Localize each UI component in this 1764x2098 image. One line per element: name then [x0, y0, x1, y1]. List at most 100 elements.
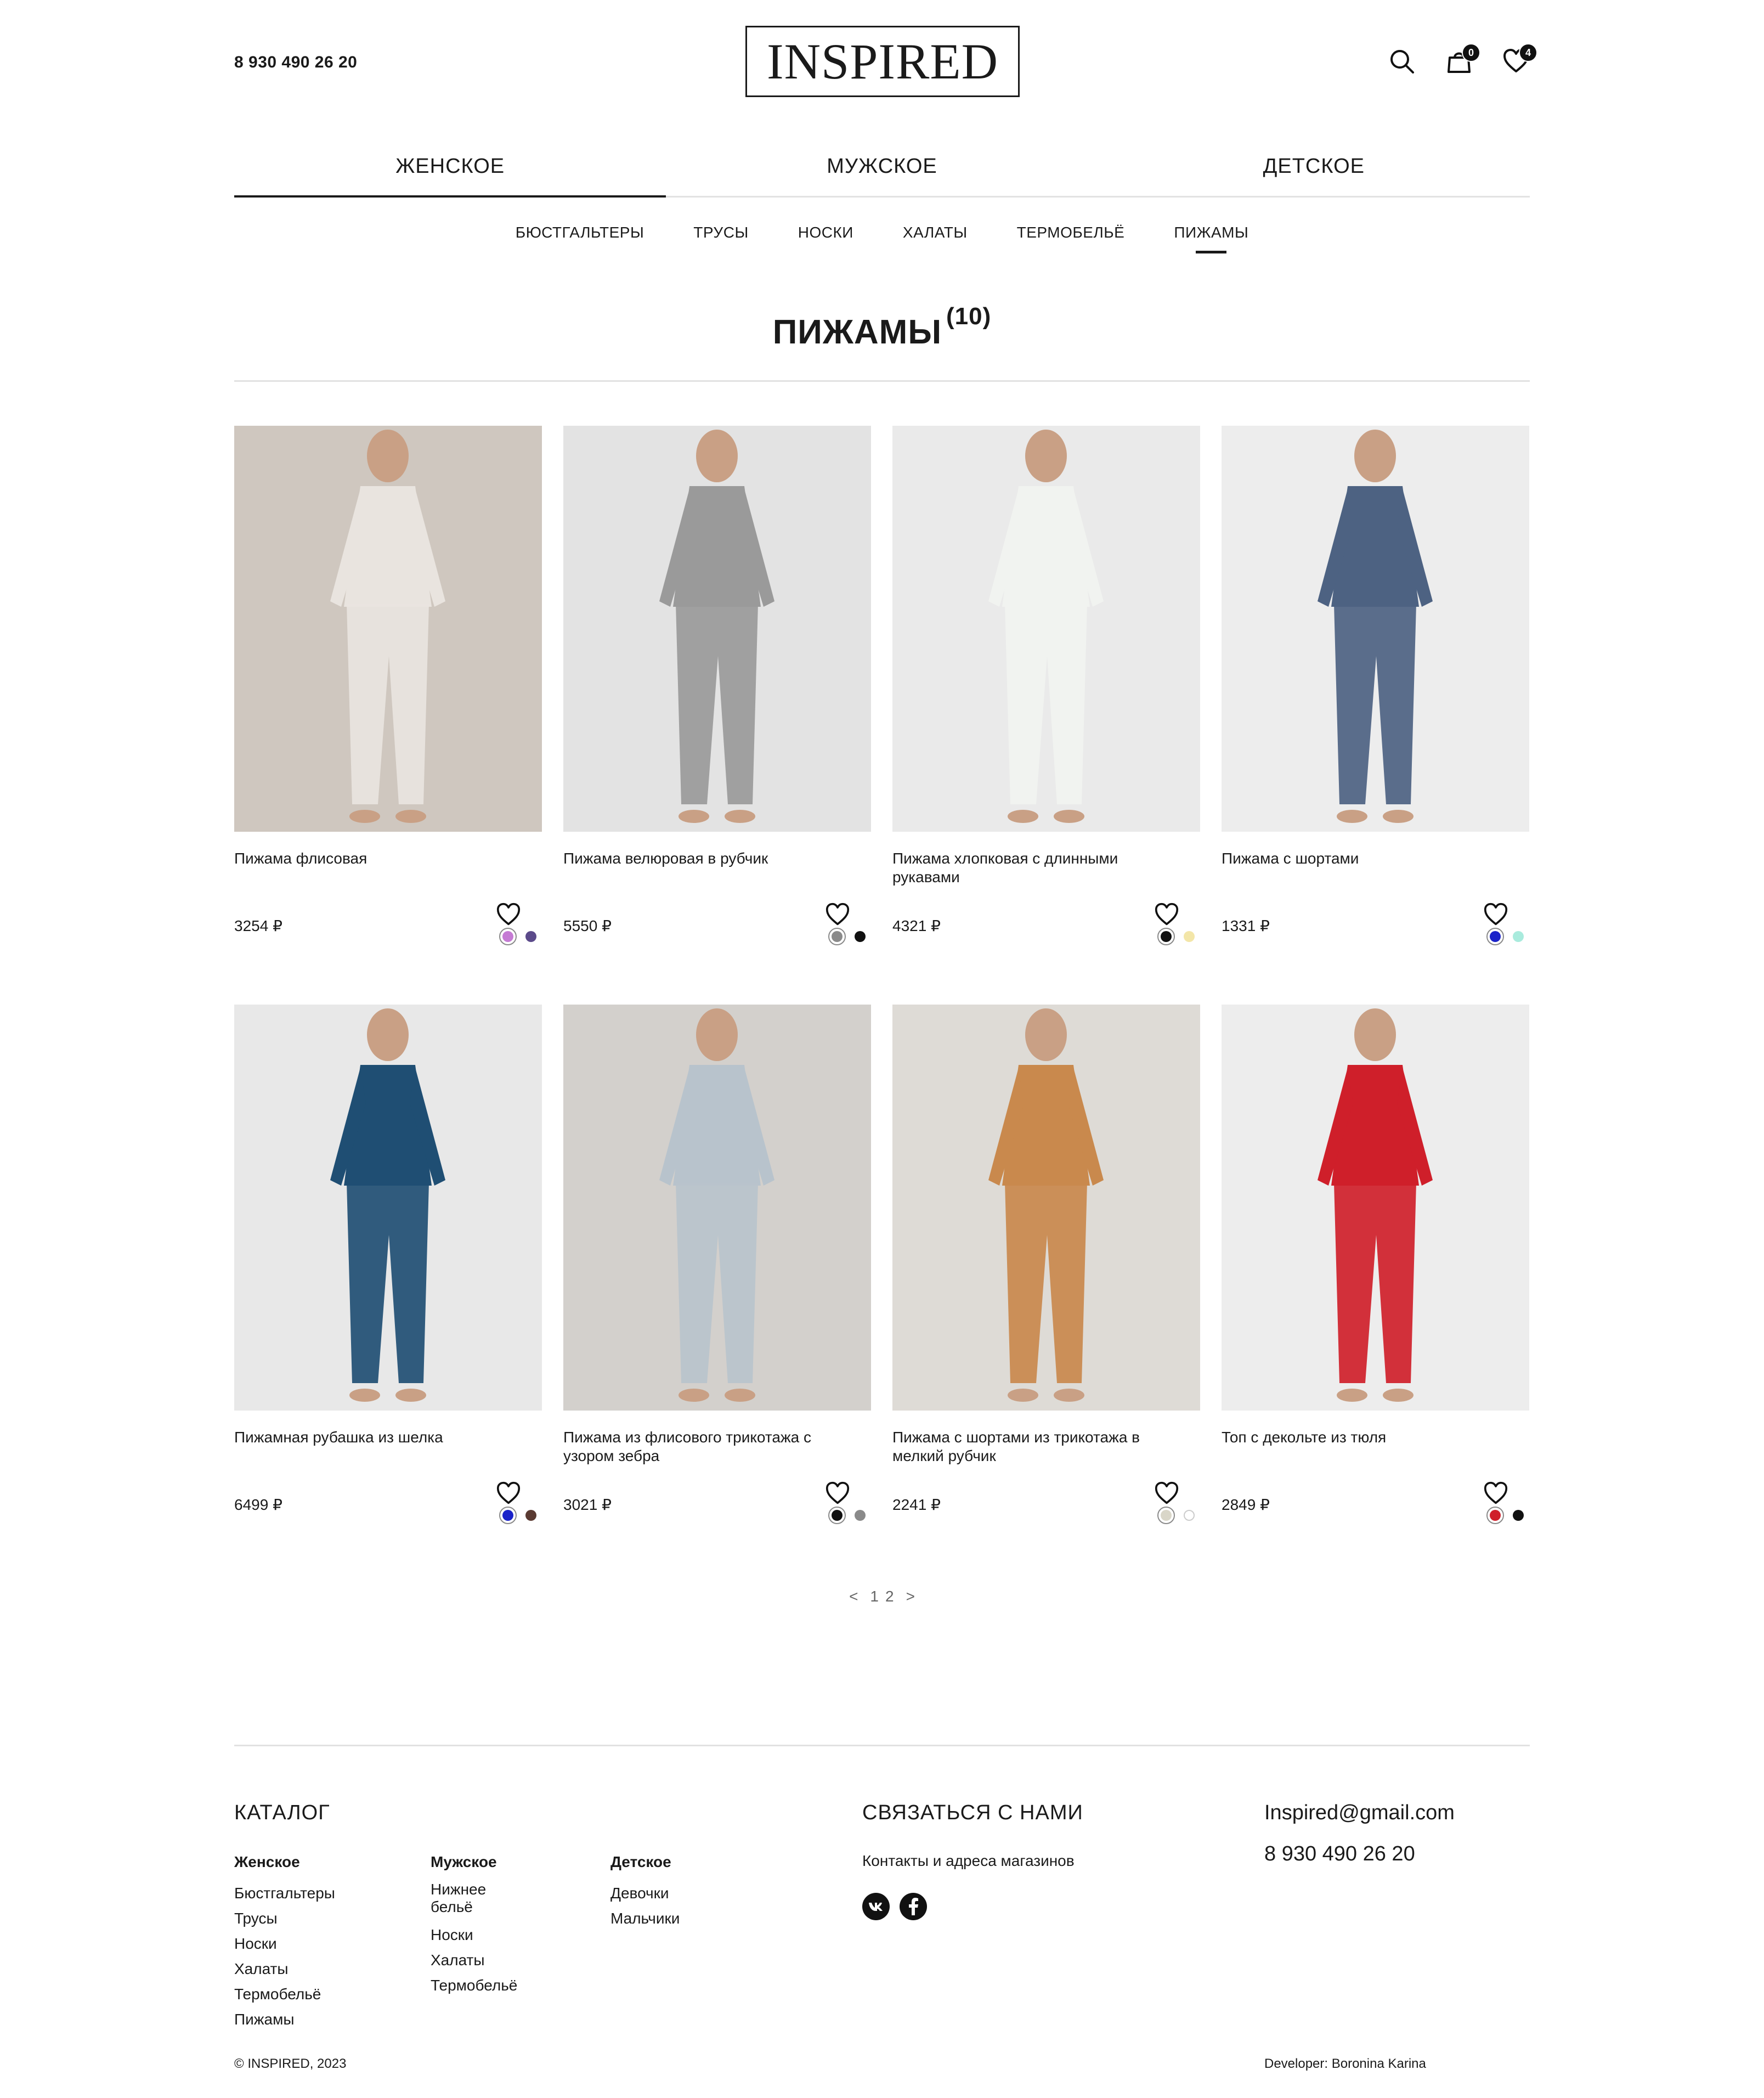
- footer-link[interactable]: Девочки: [610, 1881, 680, 1906]
- tab-women[interactable]: ЖЕНСКОЕ: [234, 143, 666, 198]
- footer-link[interactable]: Термобельё: [431, 1973, 517, 1998]
- product-card[interactable]: Пижама хлопковая с длинными рукавами 432…: [892, 426, 1200, 1005]
- footer-phone[interactable]: 8 930 490 26 20: [1264, 1842, 1415, 1866]
- favorite-button[interactable]: [825, 902, 850, 926]
- page-title-bar: ПИЖАМЫ (10): [234, 296, 1530, 382]
- favorites-button[interactable]: 4: [1502, 43, 1537, 75]
- footer-col-heading[interactable]: Детское: [610, 1853, 680, 1871]
- subnav-item-pajamas[interactable]: ПИЖАМЫ: [1174, 219, 1248, 258]
- footer-col-heading[interactable]: Женское: [234, 1853, 335, 1871]
- subnav-item-bras[interactable]: БЮСТГАЛЬТЕРЫ: [516, 219, 644, 258]
- vk-icon[interactable]: [862, 1893, 890, 1920]
- search-button[interactable]: [1388, 48, 1416, 75]
- color-swatch[interactable]: [828, 1507, 846, 1524]
- color-swatch[interactable]: [1180, 1507, 1198, 1524]
- facebook-glyph: [909, 1898, 918, 1915]
- product-name[interactable]: Пижама хлопковая с длинными рукавами: [892, 849, 1178, 887]
- color-swatch[interactable]: [1509, 1507, 1527, 1524]
- footer-link[interactable]: Бюстгальтеры: [234, 1881, 335, 1906]
- product-photo[interactable]: [1222, 426, 1529, 832]
- product-name[interactable]: Топ с декольте из тюля: [1222, 1428, 1507, 1447]
- color-swatch[interactable]: [1486, 928, 1504, 945]
- favorite-button[interactable]: [496, 902, 521, 926]
- color-swatch[interactable]: [522, 1507, 540, 1524]
- pagination-next[interactable]: >: [906, 1588, 915, 1605]
- color-options: [499, 928, 540, 945]
- tab-kids[interactable]: ДЕТСКОЕ: [1098, 143, 1530, 196]
- footer-contact-title: СВЯЗАТЬСЯ С НАМИ: [862, 1801, 1083, 1824]
- product-card[interactable]: Пижама с шортами 1331 ₽: [1222, 426, 1529, 1005]
- product-card[interactable]: Пижама с шортами из трикотажа в мелкий р…: [892, 1005, 1200, 1583]
- facebook-icon[interactable]: [900, 1893, 927, 1920]
- favorite-button[interactable]: [1154, 902, 1179, 926]
- product-name[interactable]: Пижама велюровая в рубчик: [563, 849, 849, 868]
- footer-link[interactable]: Пижамы: [234, 2007, 335, 2032]
- color-swatch[interactable]: [1180, 928, 1198, 945]
- heart-icon: [826, 1481, 850, 1504]
- product-photo[interactable]: [892, 426, 1200, 832]
- footer-link[interactable]: Халаты: [234, 1956, 335, 1982]
- color-swatch[interactable]: [851, 1507, 869, 1524]
- footer-email[interactable]: Inspired@gmail.com: [1264, 1801, 1455, 1825]
- product-photo[interactable]: [234, 1005, 542, 1411]
- product-name[interactable]: Пижама из флисового трикотажа с узором з…: [563, 1428, 849, 1465]
- subnav-item-socks[interactable]: НОСКИ: [798, 219, 853, 258]
- site-logo[interactable]: INSPIRED: [745, 26, 1020, 97]
- footer-link[interactable]: Халаты: [431, 1948, 502, 1973]
- footer-link[interactable]: Мальчики: [610, 1906, 680, 1931]
- product-price: 1331 ₽: [1222, 917, 1270, 934]
- color-swatch[interactable]: [828, 928, 846, 945]
- heart-icon: [1484, 1481, 1508, 1504]
- pagination-page[interactable]: 1: [870, 1588, 879, 1605]
- product-card[interactable]: Топ с декольте из тюля 2849 ₽: [1222, 1005, 1529, 1583]
- product-name[interactable]: Пижама с шортами из трикотажа в мелкий р…: [892, 1428, 1178, 1465]
- favorite-button[interactable]: [1483, 902, 1508, 926]
- product-card[interactable]: Пижамная рубашка из шелка 6499 ₽: [234, 1005, 542, 1583]
- color-swatch[interactable]: [499, 928, 517, 945]
- color-swatch[interactable]: [1157, 928, 1175, 945]
- pagination-page[interactable]: 2: [885, 1588, 894, 1605]
- footer-contacts-link[interactable]: Контакты и адреса магазинов: [862, 1852, 1075, 1870]
- subnav-item-thermal[interactable]: ТЕРМОБЕЛЬЁ: [1017, 219, 1125, 258]
- color-swatch[interactable]: [1509, 928, 1527, 945]
- page-title-text: ПИЖАМЫ: [772, 313, 942, 351]
- header-phone[interactable]: 8 930 490 26 20: [234, 53, 357, 72]
- product-photo[interactable]: [563, 426, 871, 832]
- color-swatch[interactable]: [522, 928, 540, 945]
- footer-link[interactable]: Нижнее бельё: [431, 1881, 502, 1916]
- footer-link[interactable]: Носки: [234, 1931, 335, 1956]
- footer-link[interactable]: Носки: [431, 1922, 502, 1948]
- color-swatch[interactable]: [1486, 1507, 1504, 1524]
- color-options: [828, 1507, 869, 1524]
- subnav-item-robes[interactable]: ХАЛАТЫ: [903, 219, 968, 258]
- footer-link[interactable]: Трусы: [234, 1906, 335, 1931]
- product-card[interactable]: Пижама флисовая 3254 ₽: [234, 426, 542, 1005]
- product-count: (10): [946, 303, 992, 330]
- product-card[interactable]: Пижама велюровая в рубчик 5550 ₽: [563, 426, 871, 1005]
- color-swatch[interactable]: [499, 1507, 517, 1524]
- footer-link[interactable]: Термобельё: [234, 1982, 335, 2007]
- color-swatch[interactable]: [1157, 1507, 1175, 1524]
- header-actions: 0 4: [1388, 43, 1537, 75]
- favorite-button[interactable]: [825, 1481, 850, 1505]
- subnav-item-panties[interactable]: ТРУСЫ: [693, 219, 748, 258]
- favorite-button[interactable]: [1483, 1481, 1508, 1505]
- color-options: [1486, 1507, 1527, 1524]
- favorite-button[interactable]: [496, 1481, 521, 1505]
- product-name[interactable]: Пижамная рубашка из шелка: [234, 1428, 519, 1447]
- footer-col-kids: Детское Девочки Мальчики: [610, 1853, 680, 1931]
- cart-button[interactable]: 0: [1445, 43, 1480, 75]
- product-card[interactable]: Пижама из флисового трикотажа с узором з…: [563, 1005, 871, 1583]
- product-photo[interactable]: [234, 426, 542, 832]
- favorite-button[interactable]: [1154, 1481, 1179, 1505]
- product-photo[interactable]: [1222, 1005, 1529, 1411]
- color-swatch[interactable]: [851, 928, 869, 945]
- product-name[interactable]: Пижама флисовая: [234, 849, 519, 868]
- pagination-prev[interactable]: <: [849, 1588, 858, 1605]
- product-photo[interactable]: [892, 1005, 1200, 1411]
- product-price: 2849 ₽: [1222, 1496, 1270, 1513]
- product-name[interactable]: Пижама с шортами: [1222, 849, 1507, 868]
- product-photo[interactable]: [563, 1005, 871, 1411]
- footer-col-heading[interactable]: Мужское: [431, 1853, 502, 1871]
- tab-men[interactable]: МУЖСКОЕ: [666, 143, 1098, 196]
